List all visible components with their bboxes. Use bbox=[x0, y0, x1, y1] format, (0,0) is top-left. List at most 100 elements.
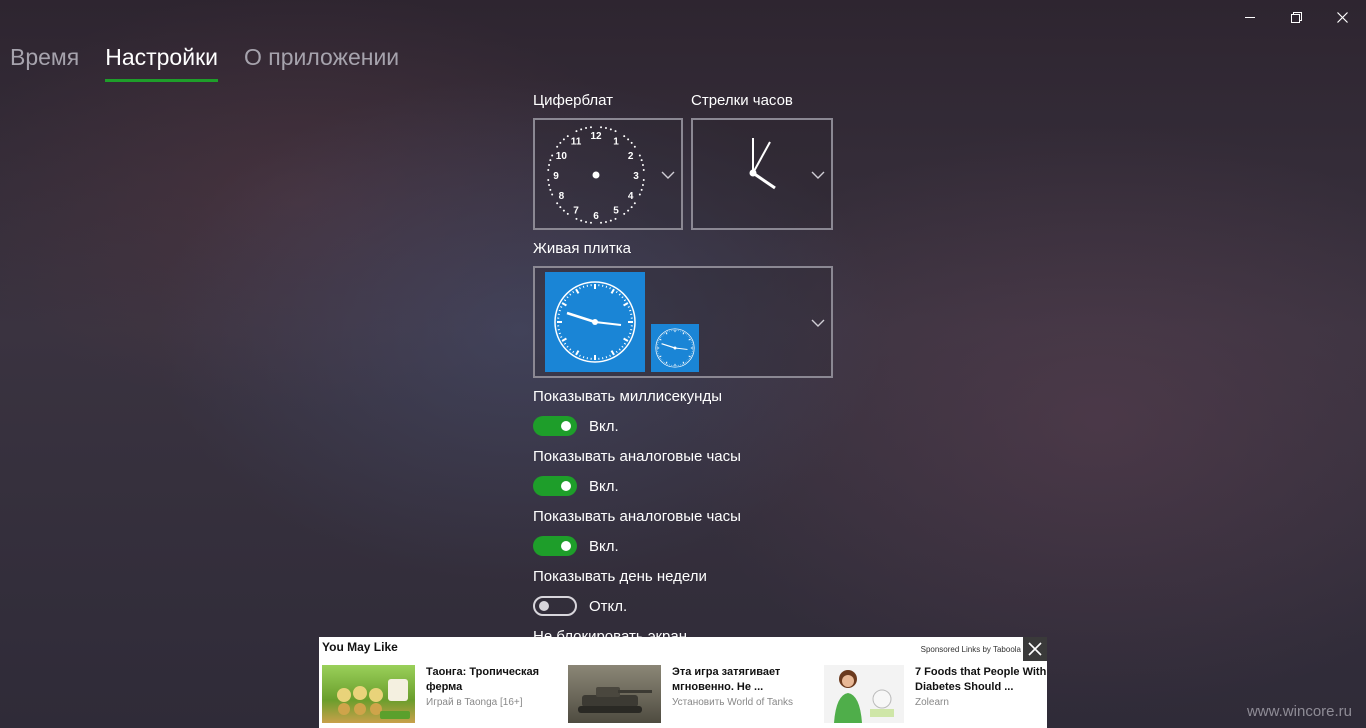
hour-hand bbox=[566, 311, 596, 324]
hands-label: Стрелки часов bbox=[691, 92, 793, 109]
tile-tick bbox=[627, 306, 630, 308]
ad-close-button[interactable] bbox=[1023, 637, 1047, 661]
close-icon bbox=[1336, 11, 1348, 23]
minute-tick bbox=[609, 219, 612, 222]
tab-time[interactable]: Время bbox=[10, 44, 79, 79]
ad-banner: You May Like Sponsored Links by Taboola … bbox=[319, 637, 1047, 728]
minute-tick bbox=[614, 130, 617, 133]
minute-tick bbox=[642, 179, 645, 182]
tile-tick bbox=[569, 293, 572, 296]
tile-center bbox=[673, 346, 677, 350]
close-button[interactable] bbox=[1319, 4, 1365, 30]
live-tile-label: Живая плитка bbox=[533, 240, 632, 257]
tile-tick bbox=[572, 350, 575, 354]
tile-tick bbox=[621, 345, 624, 348]
minute-tick bbox=[551, 193, 554, 196]
tile-tick bbox=[623, 342, 627, 345]
minute-tick bbox=[585, 127, 588, 130]
watermark: www.wincore.ru bbox=[1246, 703, 1352, 720]
dial-number: 3 bbox=[633, 171, 639, 182]
tile-tick bbox=[623, 299, 627, 302]
weekday-toggle[interactable] bbox=[533, 596, 577, 616]
tile-tick bbox=[563, 342, 567, 345]
tile-tick bbox=[687, 359, 689, 361]
tab-about[interactable]: О приложении bbox=[244, 44, 399, 79]
minute-tick bbox=[549, 159, 552, 162]
dial-number: 6 bbox=[593, 211, 599, 222]
restore-button[interactable] bbox=[1273, 4, 1319, 30]
minute-tick bbox=[623, 212, 626, 215]
tile-tick bbox=[563, 299, 567, 302]
tile-tick bbox=[623, 337, 629, 342]
tile-tick bbox=[688, 337, 690, 339]
tile-tick bbox=[662, 360, 664, 362]
ad-headline: Таонга: Тропическая ферма bbox=[426, 666, 540, 693]
tile-tick bbox=[664, 361, 666, 363]
dial-number: 5 bbox=[613, 206, 619, 217]
minute-tick bbox=[585, 220, 588, 223]
tank-image bbox=[578, 687, 652, 713]
dial-preview: 12 12 3 45 6 789 1011 bbox=[547, 126, 645, 224]
tile-tick bbox=[560, 336, 563, 338]
minute-hand bbox=[594, 321, 622, 326]
analog-clock-toggle[interactable] bbox=[533, 476, 577, 496]
tile-tick bbox=[688, 357, 690, 359]
tile-tick bbox=[658, 338, 662, 341]
live-tile-combo[interactable] bbox=[533, 266, 833, 378]
minute-tick bbox=[604, 220, 607, 223]
clock-icon bbox=[554, 281, 636, 363]
ad-sponsored-label[interactable]: Sponsored Links by Taboola bbox=[921, 645, 1021, 654]
tile-tick bbox=[661, 359, 663, 361]
tile-tick bbox=[686, 334, 688, 336]
minute-tick bbox=[640, 188, 643, 191]
tile-tick bbox=[687, 335, 689, 337]
dial-number: 8 bbox=[559, 191, 565, 202]
minute-tick bbox=[589, 126, 592, 129]
minute-tick bbox=[559, 141, 562, 144]
toggle-state: Вкл. bbox=[589, 478, 619, 495]
woman-image bbox=[834, 670, 894, 723]
milliseconds-toggle[interactable] bbox=[533, 416, 577, 436]
toggle-state: Вкл. bbox=[589, 418, 619, 435]
clock-icon bbox=[655, 328, 695, 368]
ad-source: Zolearn bbox=[915, 697, 949, 708]
minimize-icon bbox=[1245, 16, 1255, 18]
minute-tick bbox=[548, 183, 551, 186]
analog-clock-toggle-2[interactable] bbox=[533, 536, 577, 556]
nav-tabs: Время Настройки О приложении bbox=[10, 44, 399, 82]
ad-headline: Эта игра затягивает мгновенно. Не ... bbox=[672, 666, 781, 693]
minute-tick bbox=[633, 202, 636, 205]
minute-tick bbox=[575, 217, 578, 220]
minute-tick bbox=[562, 138, 565, 141]
tile-tick bbox=[623, 302, 629, 307]
tile-tick bbox=[665, 361, 668, 365]
toggle-knob bbox=[561, 481, 571, 491]
minute-tick bbox=[604, 127, 607, 130]
dial-number: 11 bbox=[571, 136, 582, 147]
tile-tick bbox=[662, 334, 664, 336]
tab-settings[interactable]: Настройки bbox=[105, 44, 218, 82]
toggle-label: Показывать аналоговые часы bbox=[533, 448, 741, 465]
minute-tick bbox=[609, 128, 612, 131]
tile-tick bbox=[618, 293, 621, 296]
tile-tick bbox=[665, 331, 668, 335]
dial-combo[interactable]: 12 1 2 3 4 5 6 7 8 9 10 11 bbox=[533, 118, 683, 230]
tile-tick bbox=[582, 356, 585, 359]
hands-combo[interactable] bbox=[691, 118, 833, 230]
ad-source: Играй в Taonga [16+] bbox=[426, 697, 523, 708]
tile-tick bbox=[615, 290, 618, 294]
dial-number: 10 bbox=[556, 151, 568, 162]
minute-tick bbox=[627, 138, 630, 141]
tile-center bbox=[592, 319, 598, 325]
ad-thumbnail bbox=[568, 665, 661, 723]
ad-title: You May Like bbox=[322, 640, 398, 654]
tile-tick bbox=[609, 287, 611, 290]
chevron-down-icon bbox=[661, 171, 675, 179]
minute-tick bbox=[630, 206, 633, 209]
minimize-button[interactable] bbox=[1227, 4, 1273, 30]
tile-tick bbox=[660, 337, 662, 339]
tile-tick bbox=[575, 288, 580, 294]
tile-tick bbox=[682, 331, 685, 335]
toggle-state: Вкл. bbox=[589, 538, 619, 555]
minute-tick bbox=[551, 154, 554, 157]
